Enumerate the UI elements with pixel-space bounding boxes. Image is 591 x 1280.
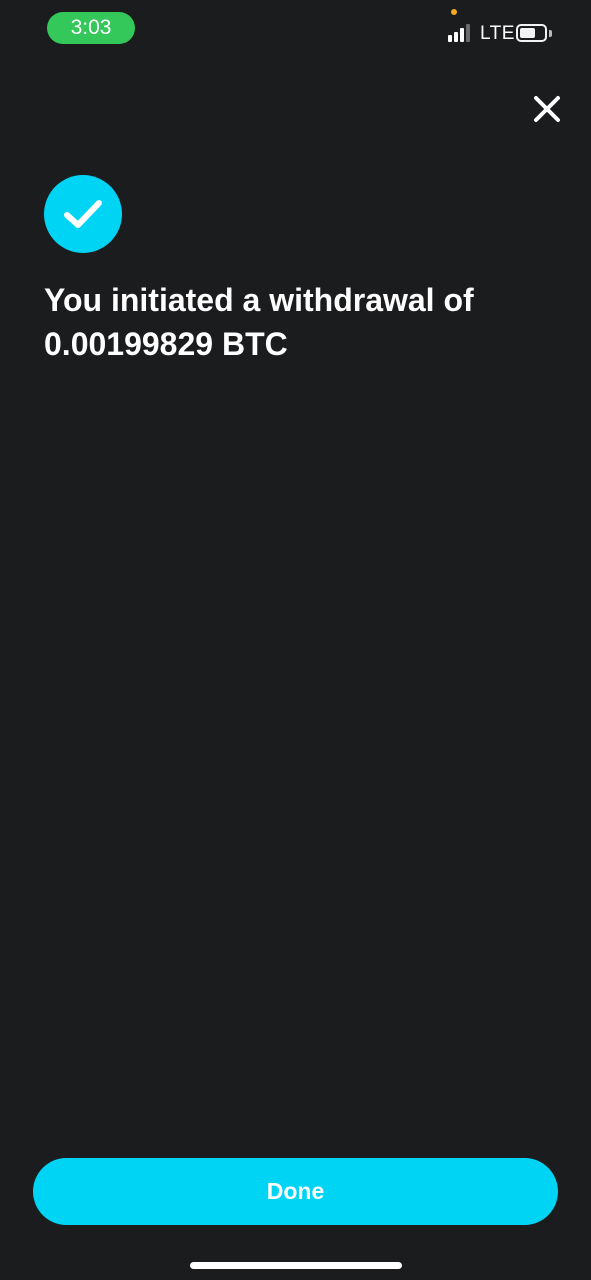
withdrawal-message-line1: You initiated a withdrawal of <box>44 282 474 318</box>
withdrawal-amount: 0.00199829 BTC <box>44 326 288 362</box>
status-time: 3:03 <box>47 12 135 44</box>
signal-icon <box>448 24 474 42</box>
privacy-indicator-dot <box>451 9 457 15</box>
battery-icon <box>516 24 547 42</box>
success-icon-container <box>44 175 122 253</box>
home-indicator[interactable] <box>190 1262 402 1269</box>
close-icon <box>534 96 560 122</box>
checkmark-circle-icon <box>64 200 102 228</box>
network-type: LTE <box>480 23 515 44</box>
close-button[interactable] <box>528 90 566 128</box>
done-button[interactable]: Done <box>33 1158 558 1225</box>
battery-tip <box>549 30 552 37</box>
battery-level-fill <box>520 28 535 38</box>
withdrawal-message: You initiated a withdrawal of 0.00199829… <box>44 278 544 366</box>
